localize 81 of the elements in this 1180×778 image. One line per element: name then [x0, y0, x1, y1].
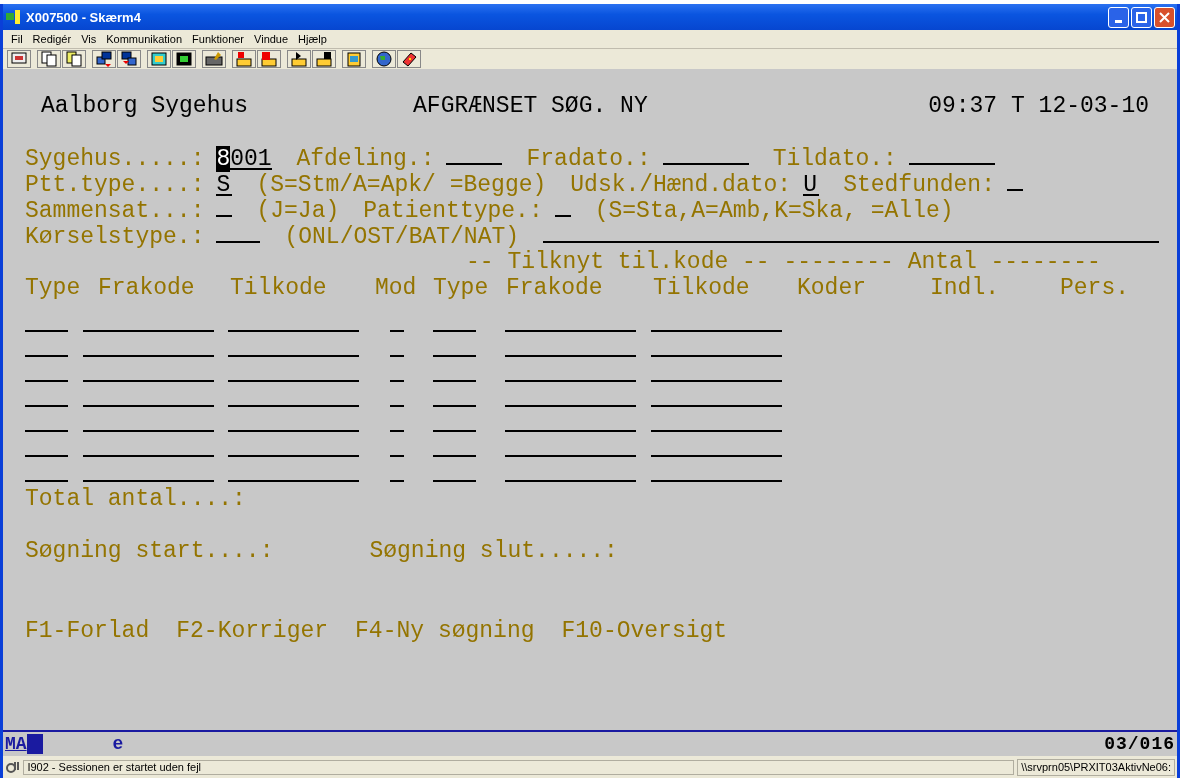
toolbar-button[interactable]: [202, 50, 226, 68]
column-header: Type: [433, 275, 490, 301]
tape-icon: [315, 50, 333, 68]
printer-status: \\srvprn05\PRXIT03AktivNe06:: [1017, 758, 1175, 776]
toolbar-button[interactable]: [312, 50, 336, 68]
function-key-label: F2-Korriger: [176, 618, 329, 644]
cursor-position: 03/016: [1104, 734, 1175, 754]
column-header: Frakode: [98, 275, 196, 301]
toolbar-button[interactable]: [92, 50, 116, 68]
toolbar-button[interactable]: [397, 50, 421, 68]
column-header: Frakode: [506, 275, 604, 301]
field-hint: (J=Ja): [256, 198, 340, 224]
maximize-icon: [1136, 11, 1147, 23]
paste-icon: [65, 50, 83, 68]
total-label: Total antal....:: [25, 486, 247, 512]
toolbar-button[interactable]: [172, 50, 196, 68]
input-field[interactable]: 8001: [216, 148, 273, 170]
field-label: Udsk./Hænd.dato:: [570, 172, 792, 198]
clipboard-icon: [345, 50, 363, 68]
toolbar-button[interactable]: [372, 50, 396, 68]
globe-icon: [375, 50, 393, 68]
field-label: Sammensat...:: [25, 198, 205, 224]
toolbar-button[interactable]: [62, 50, 86, 68]
toolbar-button[interactable]: [287, 50, 311, 68]
column-header: Pers.: [1060, 275, 1130, 301]
menu-item[interactable]: Funktioner: [188, 33, 249, 45]
windows-icon: [120, 50, 138, 68]
window-title: X007500 - Skærm4: [26, 9, 141, 25]
tape-icon: [290, 50, 308, 68]
input-field[interactable]: U: [803, 174, 820, 196]
search-end-label: Søgning slut.....:: [369, 538, 618, 564]
toolbar-button[interactable]: [37, 50, 61, 68]
function-key-label: F4-Ny søgning: [355, 618, 535, 644]
tape-icon: [235, 50, 253, 68]
screen-icon: [150, 50, 168, 68]
column-header: Tilkode: [653, 275, 751, 301]
screen-title: AFGRÆNSET SØG. NY: [413, 93, 648, 119]
field-label: Fradato.:: [526, 146, 651, 172]
field-label: Ptt.type....:: [25, 172, 205, 198]
field-label: Sygehus.....:: [25, 146, 205, 172]
column-header: Tilkode: [230, 275, 328, 301]
keyboard-icon: [205, 50, 223, 68]
close-button[interactable]: [1154, 6, 1175, 28]
field-hint: (S=Stm/A=Apk/ =Begge): [256, 172, 547, 198]
function-key-label: F1-Forlad: [25, 618, 150, 644]
function-key-label: F10-Oversigt: [561, 618, 728, 644]
date-time: 09:37 T 12-03-10: [928, 93, 1149, 119]
screen-icon: [175, 50, 193, 68]
field-label: Patienttype.:: [363, 198, 543, 224]
menu-item[interactable]: Fil: [7, 33, 27, 45]
field-label: Tildato.:: [772, 146, 897, 172]
field-hint: (ONL/OST/BAT/NAT): [284, 224, 520, 250]
minimize-icon: [1115, 19, 1122, 23]
column-header: Mod: [375, 275, 418, 301]
toolbar-button[interactable]: [117, 50, 141, 68]
field-label: Stedfunden:: [843, 172, 995, 198]
field-label: Afdeling.:: [296, 146, 435, 172]
menu-item[interactable]: Hjælp: [294, 33, 331, 45]
field-label: Kørselstype.:: [25, 224, 205, 250]
column-header: Indl.: [930, 275, 1000, 301]
search-start-label: Søgning start....:: [25, 538, 274, 564]
copy-icon: [40, 50, 58, 68]
field-hint: (S=Sta,A=Amb,K=Ska, =Alle): [594, 198, 954, 224]
minimize-button[interactable]: [1108, 6, 1129, 28]
column-group-heading: -- Tilknyt til.kode -- -------- Antal --------: [466, 249, 1102, 275]
system-name: Aalborg Sygehus: [41, 93, 249, 119]
maximize-button[interactable]: [1131, 6, 1152, 28]
terminal-app-icon: [6, 10, 22, 24]
column-header: Type: [25, 275, 82, 301]
input-field[interactable]: S: [216, 174, 233, 196]
windows-icon: [95, 50, 113, 68]
menu-item[interactable]: Kommunikation: [102, 33, 187, 45]
mode-indicator: MA: [4, 734, 27, 754]
column-header: Koder: [797, 275, 867, 301]
menu-item[interactable]: Vis: [77, 33, 101, 45]
menu-item[interactable]: Redigér: [28, 33, 76, 45]
menu-item[interactable]: Vindue: [250, 33, 293, 45]
status-message: I902 - Sessionen er startet uden fejl: [23, 759, 1015, 775]
status-indicator: e: [112, 734, 124, 754]
close-icon: [1159, 11, 1170, 23]
tape-icon: [260, 50, 278, 68]
